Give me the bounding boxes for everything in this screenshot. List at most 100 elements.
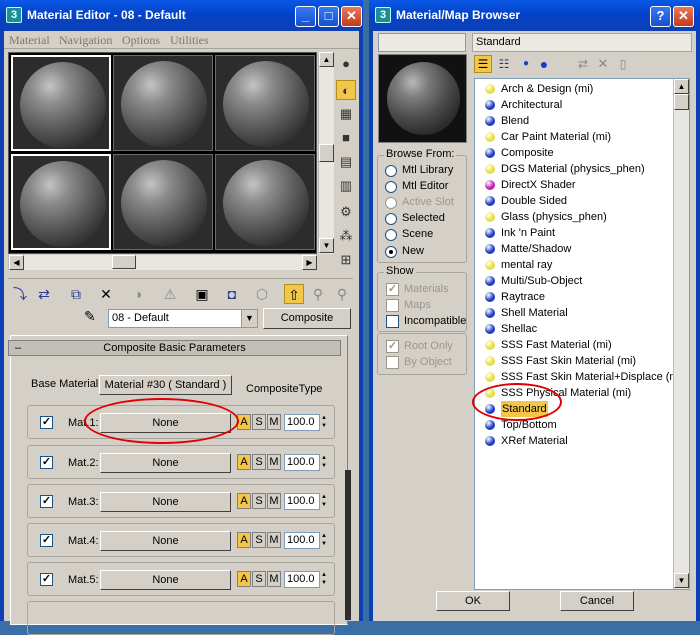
background-checker-icon[interactable]: ▦	[336, 104, 356, 124]
name-search-field[interactable]	[378, 33, 466, 52]
chevron-down-icon[interactable]: ▼	[241, 310, 257, 327]
close-button[interactable]: ✕	[673, 6, 694, 27]
cancel-button[interactable]: Cancel	[560, 591, 634, 611]
browser-titlebar[interactable]: 3 Material/Map Browser ? ✕	[369, 0, 700, 31]
mat-amount-spinner[interactable]: 100.0	[284, 571, 320, 588]
mat-material-button[interactable]: None	[100, 531, 231, 551]
slots-vertical-scrollbar[interactable]: ▲ ▼	[318, 52, 334, 254]
mode-mix-button[interactable]: M	[267, 454, 281, 470]
go-forward-to-sibling-icon[interactable]: ⚲	[308, 284, 328, 304]
mode-additive-button[interactable]: A	[237, 493, 251, 509]
mode-additive-button[interactable]: A	[237, 414, 251, 430]
rollout-collapse-toggle[interactable]: –	[15, 341, 21, 355]
uv-tiling-icon[interactable]: ■	[336, 128, 356, 148]
mode-subtractive-button[interactable]: S	[252, 571, 266, 587]
put-to-scene-icon[interactable]: ⇄	[34, 284, 54, 304]
mode-subtractive-button[interactable]: S	[252, 454, 266, 470]
ok-button[interactable]: OK	[436, 591, 510, 611]
mode-mix-button[interactable]: M	[267, 571, 281, 587]
get-material-icon[interactable]: ⤵	[10, 284, 30, 304]
show-map-in-viewport-icon[interactable]: ◘	[222, 284, 242, 304]
mode-subtractive-button[interactable]: S	[252, 414, 266, 430]
clear-library-icon[interactable]: ▯	[614, 55, 632, 73]
scroll-up-arrow[interactable]: ▲	[674, 79, 689, 94]
mode-additive-button[interactable]: A	[237, 454, 251, 470]
checkbox-incompatible-label[interactable]: Incompatible	[404, 315, 466, 327]
base-material-button[interactable]: Material #30 ( Standard )	[99, 375, 232, 395]
sample-slot[interactable]	[113, 55, 213, 151]
select-by-material-icon[interactable]: ⁂	[336, 226, 356, 246]
scroll-down-arrow[interactable]: ▼	[674, 573, 689, 588]
mode-subtractive-button[interactable]: S	[252, 493, 266, 509]
sample-slot[interactable]	[11, 55, 111, 151]
radio-mtl-library-label[interactable]: Mtl Library	[402, 164, 453, 176]
material-type-button[interactable]: Composite	[263, 308, 351, 329]
scroll-down-arrow[interactable]: ▼	[319, 238, 334, 253]
slots-horizontal-scrollbar[interactable]: ◀ ▶	[8, 255, 317, 270]
eyedropper-icon[interactable]: ✎	[84, 308, 96, 325]
options-icon[interactable]: ⚙	[336, 202, 356, 222]
video-color-check-icon[interactable]: ▤	[336, 152, 356, 172]
close-button[interactable]: ✕	[341, 6, 362, 27]
radio-selected-label[interactable]: Selected	[402, 212, 445, 224]
mat-enable-checkbox[interactable]: ✓	[40, 495, 53, 508]
spinner-arrows-icon[interactable]: ▲ ▼	[320, 414, 328, 431]
rollout-scrollbar[interactable]	[345, 470, 351, 620]
assign-to-selection-icon[interactable]: ⧉	[66, 284, 86, 304]
checkbox-incompatible[interactable]	[386, 315, 399, 328]
mat-material-button[interactable]: None	[100, 453, 231, 473]
sample-slot[interactable]	[215, 55, 315, 151]
scroll-thumb[interactable]	[319, 144, 334, 162]
mode-additive-button[interactable]: A	[237, 532, 251, 548]
delete-from-library-icon[interactable]: ✕	[594, 55, 612, 73]
menu-material[interactable]: Material	[9, 33, 50, 48]
minimize-button[interactable]: _	[295, 6, 316, 27]
sample-type-sphere-icon[interactable]: ●	[336, 54, 356, 74]
material-editor-titlebar[interactable]: 3 Material Editor - 08 - Default _ □ ✕	[0, 0, 363, 31]
show-end-result-icon[interactable]: ⬡	[252, 284, 272, 304]
pick-from-object-icon[interactable]: ⚲	[332, 284, 352, 304]
mode-mix-button[interactable]: M	[267, 493, 281, 509]
radio-scene-label[interactable]: Scene	[402, 228, 433, 240]
radio-new[interactable]	[385, 246, 397, 258]
mat-amount-spinner[interactable]: 100.0	[284, 532, 320, 549]
mat-amount-spinner[interactable]: 100.0	[284, 414, 320, 431]
radio-new-label[interactable]: New	[402, 245, 424, 257]
mat-amount-spinner[interactable]: 100.0	[284, 493, 320, 510]
menu-options[interactable]: Options	[122, 33, 160, 48]
composite-rollout-header[interactable]: – Composite Basic Parameters	[8, 340, 341, 356]
scroll-left-arrow[interactable]: ◀	[9, 255, 24, 270]
scroll-up-arrow[interactable]: ▲	[319, 52, 334, 67]
help-button[interactable]: ?	[650, 6, 671, 27]
make-unique-icon[interactable]: ◑	[128, 284, 148, 304]
view-large-icons-icon[interactable]: ●	[535, 55, 553, 73]
radio-scene[interactable]	[385, 229, 397, 241]
mat-material-button[interactable]: None	[100, 570, 231, 590]
mode-mix-button[interactable]: M	[267, 532, 281, 548]
radio-selected[interactable]	[385, 213, 397, 225]
material-effects-channel-icon[interactable]: ▣	[192, 284, 212, 304]
view-list-icons-icon[interactable]: ☷	[495, 55, 513, 73]
mode-additive-button[interactable]: A	[237, 571, 251, 587]
material-name-dropdown[interactable]: 08 - Default ▼	[108, 309, 258, 328]
view-small-icons-icon[interactable]: ●	[517, 55, 535, 73]
mat-enable-checkbox[interactable]: ✓	[40, 534, 53, 547]
reset-map-icon[interactable]: ✕	[96, 284, 116, 304]
spinner-arrows-icon[interactable]: ▲ ▼	[320, 532, 328, 549]
sample-slot[interactable]	[113, 154, 213, 250]
scroll-thumb[interactable]	[112, 255, 136, 269]
list-vertical-scrollbar[interactable]: ▲ ▼	[673, 79, 689, 589]
go-to-parent-icon[interactable]: ⇧	[284, 284, 304, 304]
update-scene-materials-icon[interactable]: ⇄	[574, 55, 592, 73]
make-preview-icon[interactable]: ▥	[336, 176, 356, 196]
view-list-icon[interactable]: ☰	[474, 55, 492, 73]
radio-mtl-editor[interactable]	[385, 181, 397, 193]
mode-mix-button[interactable]: M	[267, 414, 281, 430]
scroll-right-arrow[interactable]: ▶	[302, 255, 317, 270]
mat-enable-checkbox[interactable]: ✓	[40, 416, 53, 429]
sample-slot[interactable]	[215, 154, 315, 250]
maximize-button[interactable]: □	[318, 6, 339, 27]
mat-enable-checkbox[interactable]: ✓	[40, 456, 53, 469]
material-map-navigator-icon[interactable]: ⊞	[336, 250, 356, 270]
scroll-thumb[interactable]	[674, 94, 689, 110]
